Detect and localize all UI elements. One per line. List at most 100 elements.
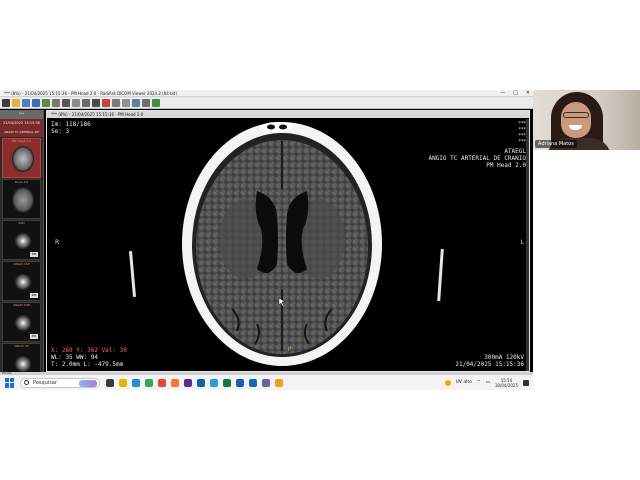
participant-name-label: Adriana Matos	[535, 140, 577, 148]
taskbar-search[interactable]: Pesquisar	[20, 377, 100, 388]
edge-icon[interactable]	[132, 378, 140, 387]
series-thumbnail[interactable]: ANGIO VR PM	[2, 343, 41, 372]
task-view-icon[interactable]	[106, 378, 114, 387]
study-description-overlay: ANGIO TC ARTERIAL DE CRANIO	[428, 155, 526, 162]
close-button[interactable]: ✕	[526, 90, 530, 97]
slice-thickness-readout: T: 2.0mm L: -479.5mm	[51, 361, 124, 368]
notification-icon[interactable]	[523, 379, 529, 386]
study-header[interactable]: 21/04/2025 15:15:36	[0, 119, 43, 128]
anonymized-field: ***	[518, 139, 527, 145]
orientation-left-marker: L	[520, 239, 524, 246]
weather-icon[interactable]	[444, 379, 451, 386]
zoom-icon[interactable]	[82, 98, 90, 107]
participant-video-tile[interactable]: Adriana Matos	[533, 90, 640, 150]
series-label: ANGIO VR	[14, 344, 29, 348]
cursor-position-readout: X: 269 Y: 362 Val: 30	[51, 347, 127, 354]
series-number: Se: 3	[51, 128, 70, 135]
series-thumbnail[interactable]: PM Head 2.0	[2, 138, 41, 178]
anonymized-fields: *** *** *** ***	[519, 121, 527, 145]
chrome-profile-icon[interactable]	[158, 378, 166, 387]
frontal-bone	[261, 122, 293, 132]
slice-scrollbar[interactable]	[526, 119, 529, 371]
angle-icon[interactable]	[112, 98, 120, 107]
acquisition-datetime: 21/04/2025 15:15:36	[455, 361, 524, 368]
series-badge: PM	[30, 293, 38, 298]
frontal-sinus	[279, 124, 287, 130]
weather-status[interactable]: UV alto	[456, 380, 472, 385]
word-icon[interactable]	[236, 378, 244, 387]
windows-start-icon[interactable]	[5, 377, 15, 388]
ct-table-left	[129, 250, 136, 298]
pinned-apps	[106, 378, 283, 387]
search-highlight-image	[79, 379, 97, 387]
open-folder-icon[interactable]	[12, 98, 20, 107]
outlook-icon[interactable]	[249, 378, 257, 387]
series-preview	[12, 146, 34, 172]
series-thumbnail[interactable]: ANGIO MIP PM	[2, 261, 41, 301]
save-icon[interactable]	[32, 98, 40, 107]
menu-icon[interactable]	[2, 98, 10, 107]
series-label: PM Head 2.0	[12, 139, 31, 143]
window-level-readout: WL: 35 WW: 94	[51, 354, 98, 361]
taskbar-clock[interactable]: 15:14 30/04/2025	[495, 378, 518, 388]
frontal-sinus	[267, 124, 275, 130]
minimize-button[interactable]: —	[500, 90, 505, 97]
annotate-icon[interactable]	[122, 98, 130, 107]
shared-screen: *** (8%) - 21/04/2025 15:15:36 - PM Head…	[0, 90, 533, 390]
store-icon[interactable]	[184, 378, 192, 387]
window-controls: — □ ✕	[500, 90, 530, 97]
teams-icon[interactable]	[262, 378, 270, 387]
series-thumbnail[interactable]: ANGIO SUB PM	[2, 302, 41, 342]
window-title-bar: *** (8%) - 21/04/2025 15:15:36 - PM Head…	[0, 90, 533, 97]
series-preview	[12, 351, 34, 372]
chevron-up-icon[interactable]: ^	[477, 380, 481, 385]
series-preview	[12, 310, 34, 336]
acquisition-parameters: 300mA 120kV	[484, 354, 524, 361]
mail-icon[interactable]	[197, 378, 205, 387]
file-explorer-icon[interactable]	[119, 378, 127, 387]
window-title: *** (8%) - 21/04/2025 15:15:36 - PM Head…	[4, 91, 178, 96]
firefox-icon[interactable]	[171, 378, 179, 387]
orientation-right-marker: R	[55, 239, 60, 246]
network-icon[interactable]: ▭	[486, 380, 490, 385]
image-number: Im: 118/186	[51, 121, 91, 128]
ct-axial-slice[interactable]	[177, 119, 387, 369]
chrome-icon[interactable]	[145, 378, 153, 387]
system-tray: UV alto ^ ▭ 15:14 30/04/2025	[444, 375, 529, 390]
print-icon[interactable]	[52, 98, 60, 107]
series-panel: *** 21/04/2025 15:15:36 ANGIO TC ARTERIA…	[0, 110, 44, 372]
series-label: ANGIO MIP	[13, 262, 30, 266]
series-preview	[12, 187, 34, 213]
orientation-posterior-marker: P	[288, 347, 292, 353]
settings-icon[interactable]	[142, 98, 150, 107]
window-level-icon[interactable]	[92, 98, 100, 107]
viewport-tab[interactable]: *** (8%) - 21/04/2025 15:15:36 - PM Head…	[47, 111, 529, 118]
ct-table-right	[437, 248, 444, 302]
move-icon[interactable]	[72, 98, 80, 107]
radiant-icon[interactable]	[275, 378, 283, 387]
image-viewport[interactable]: *** (8%) - 21/04/2025 15:15:36 - PM Head…	[46, 110, 530, 372]
series-name-overlay: PM Head 2.0	[486, 162, 526, 169]
series-thumbnail[interactable]: SSD PM	[2, 220, 41, 260]
fullscreen-icon[interactable]	[152, 98, 160, 107]
series-badge: PM	[30, 252, 38, 257]
search-icon	[24, 380, 29, 385]
series-label: SSD	[18, 221, 25, 225]
participant-face	[561, 102, 591, 138]
toolbar	[0, 97, 533, 109]
series-preview	[12, 269, 34, 295]
photos-icon[interactable]	[210, 378, 218, 387]
institution-name: ATAEGL	[504, 148, 526, 155]
excel-icon[interactable]	[223, 378, 231, 387]
series-label: ANGIO SUB	[13, 303, 30, 307]
maximize-button[interactable]: □	[513, 90, 518, 97]
import-icon[interactable]	[22, 98, 30, 107]
layout-icon[interactable]	[62, 98, 70, 107]
series-thumbnail[interactable]: Bone 2.0	[2, 179, 41, 219]
participant-glasses	[563, 112, 589, 118]
3d-icon[interactable]	[132, 98, 140, 107]
export-icon[interactable]	[42, 98, 50, 107]
series-badge: PM	[30, 334, 38, 339]
measure-icon[interactable]	[102, 98, 110, 107]
taskbar: Pesquisar UV alto ^ ▭ 15:14 30/04/2025	[0, 375, 533, 390]
